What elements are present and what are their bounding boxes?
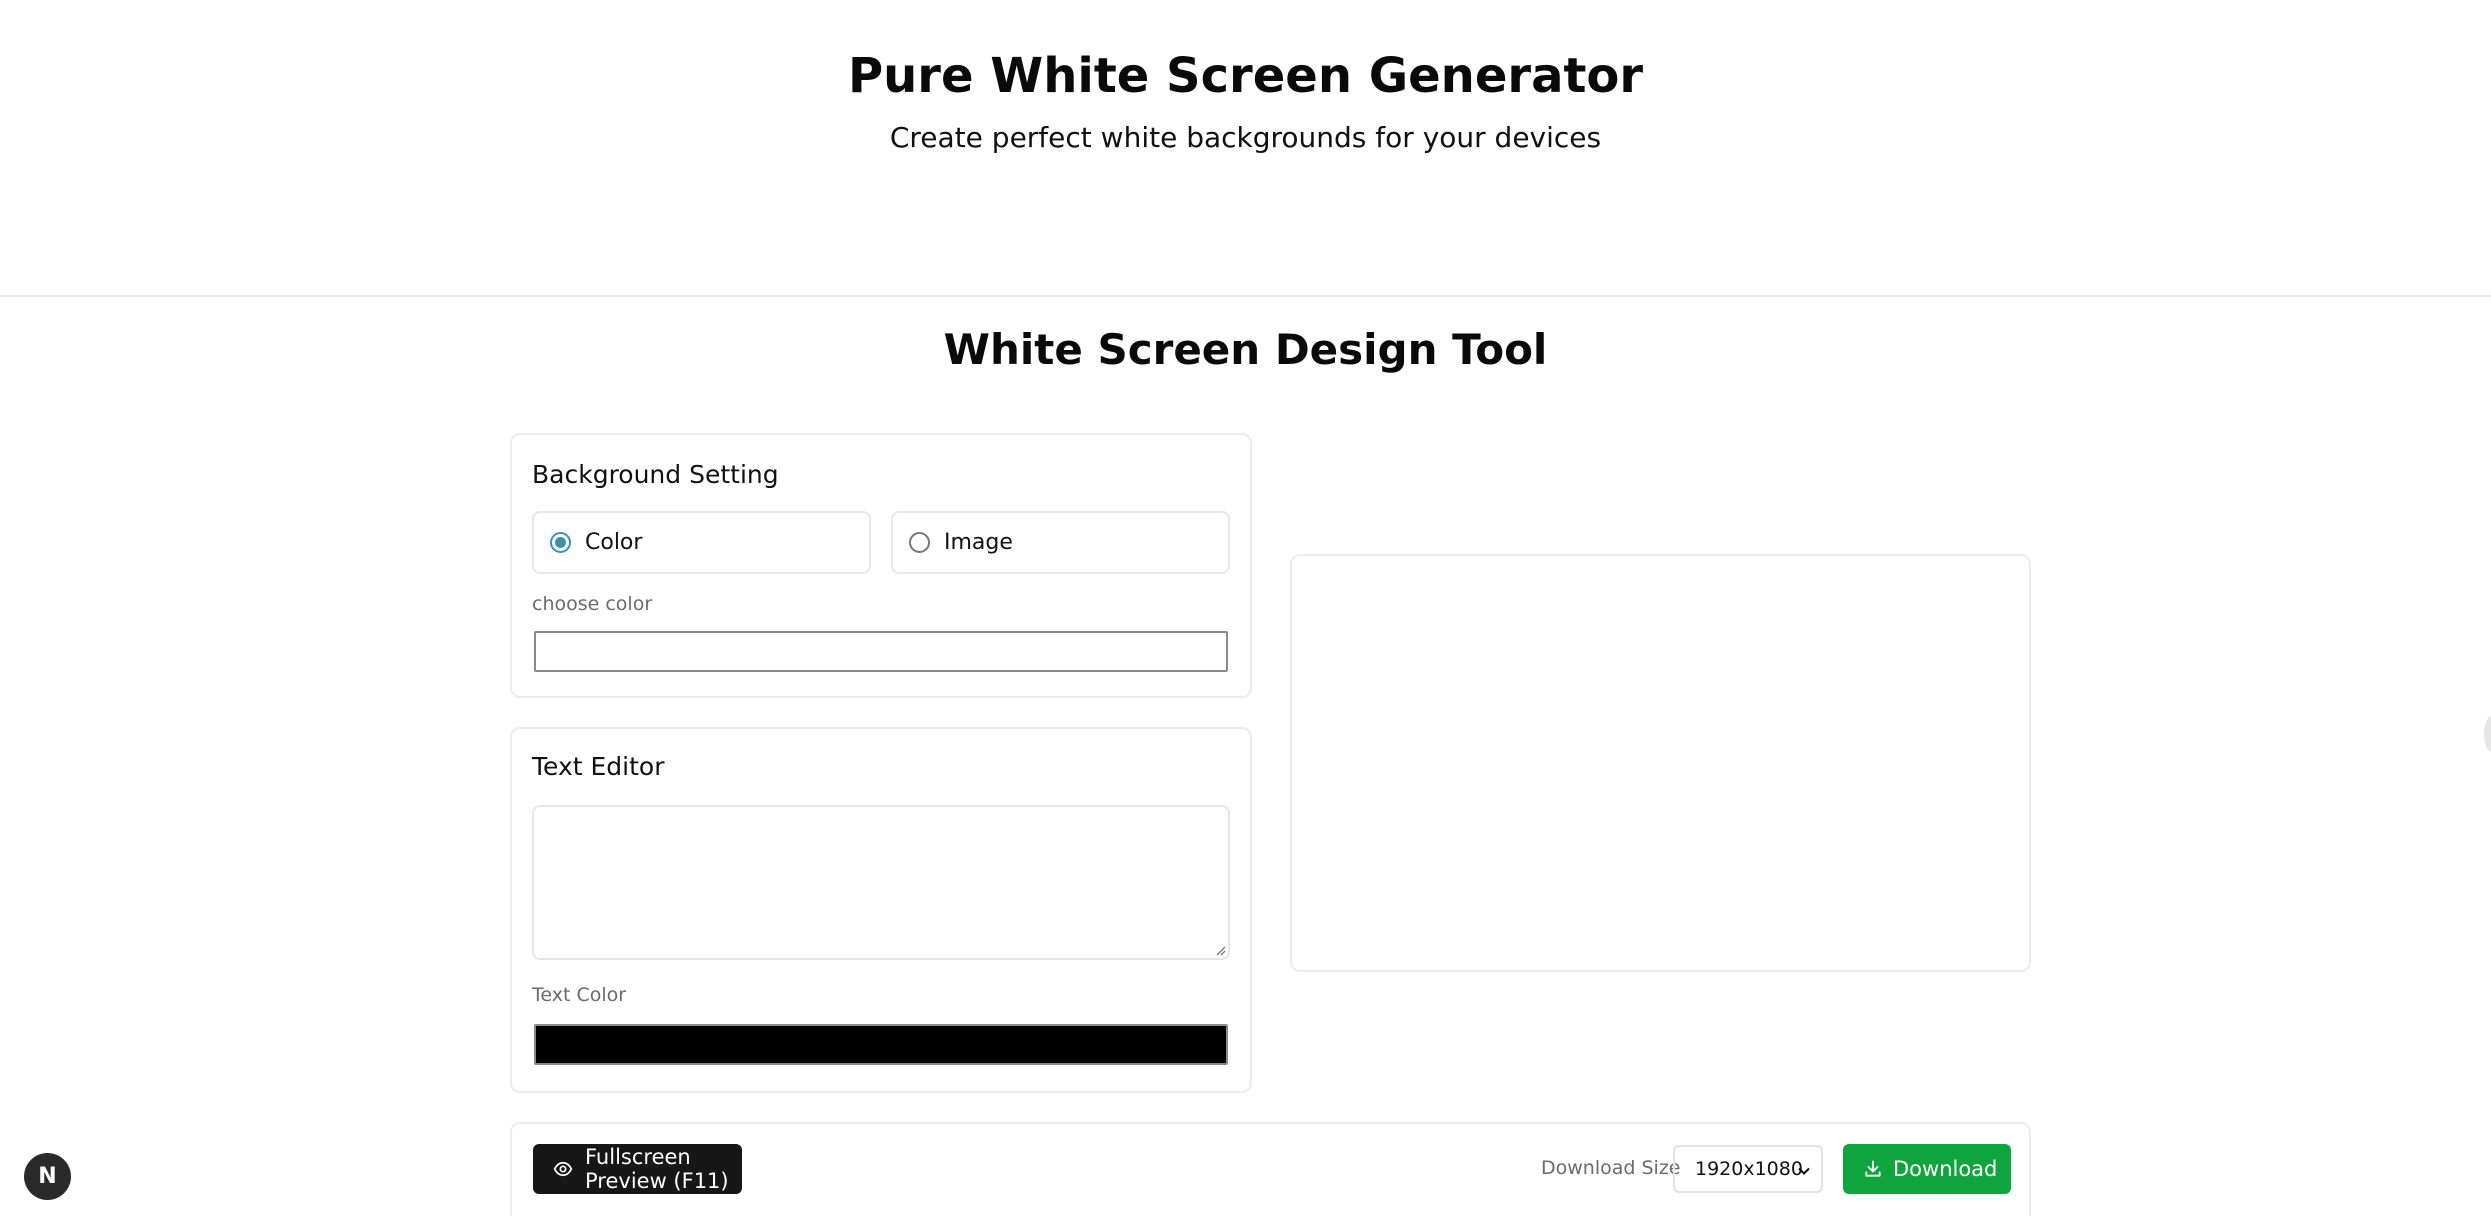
next-dev-badge[interactable]: N [24,1153,71,1200]
resize-grip-icon[interactable] [1214,944,1226,956]
color-option-label: Color [585,530,643,555]
tool-title: White Screen Design Tool [943,325,1548,374]
text-editor-title: Text Editor [532,752,665,781]
image-option-label: Image [944,530,1013,555]
action-bar: Fullscreen Preview (F11) Download Size 1… [510,1122,2031,1216]
download-size-label: Download Size [1541,1157,1681,1179]
page-subtitle: Create perfect white backgrounds for you… [889,121,1602,154]
download-size-select[interactable]: 1920x1080 [1673,1145,1823,1193]
background-setting-card: Background Setting Color Image choose co… [510,433,1252,698]
text-input[interactable] [532,805,1230,960]
text-color-picker[interactable] [534,1024,1228,1065]
edge-scroll-tab[interactable] [2484,716,2491,752]
download-icon [1865,1160,1881,1177]
page-title: Pure White Screen Generator [847,48,1644,104]
image-option[interactable]: Image [891,511,1230,574]
screen-preview [1290,554,2031,972]
download-size-value: 1920x1080 [1695,1158,1803,1180]
color-radio[interactable] [550,532,571,553]
background-color-picker[interactable] [534,631,1228,672]
download-label: Download [1893,1157,1998,1181]
text-color-label: Text Color [532,984,627,1006]
choose-color-label: choose color [532,593,653,615]
text-editor-card: Text Editor Text Color [510,727,1252,1093]
hero-header: Pure White Screen Generator Create perfe… [0,0,2491,297]
image-radio[interactable] [909,532,930,553]
fullscreen-preview-label: Fullscreen Preview (F11) [585,1145,729,1193]
chevron-down-icon [1798,1167,1810,1175]
eye-icon [553,1161,573,1177]
fullscreen-preview-button[interactable]: Fullscreen Preview (F11) [533,1144,742,1194]
background-setting-title: Background Setting [532,460,779,489]
download-button[interactable]: Download [1843,1144,2011,1194]
color-option[interactable]: Color [532,511,871,574]
